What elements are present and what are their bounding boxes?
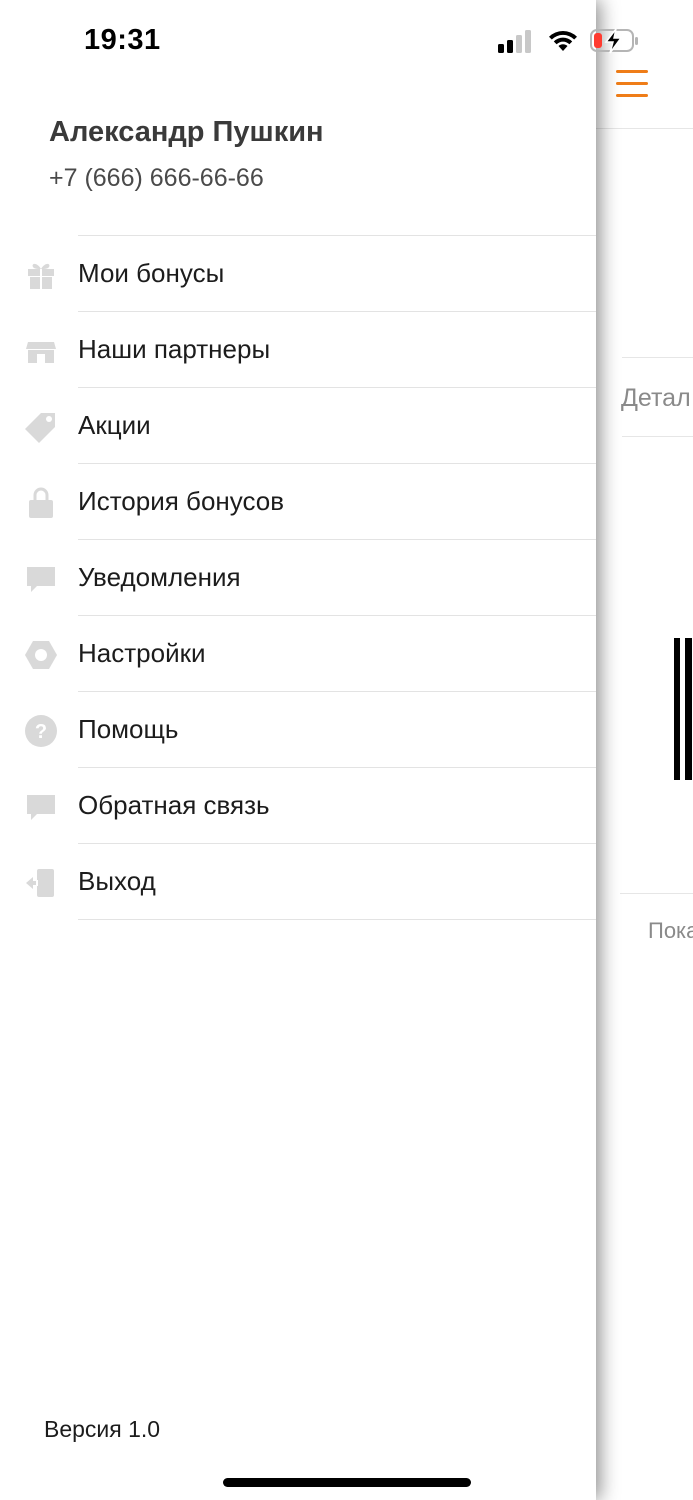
menu-divider [78,919,596,920]
menu-item-bonus-history[interactable]: История бонусов [0,464,596,540]
wifi-icon [549,30,577,51]
help-circle-icon: ? [25,715,57,747]
section-divider [620,893,693,894]
status-icons [498,26,648,56]
status-time: 19:31 [84,24,161,56]
settings-hexagon-icon [25,641,57,669]
barcode-image [674,638,692,780]
svg-text:?: ? [35,721,47,743]
navigation-drawer: 19:31 Александр Пушкин +7 (666) 666-66-6… [0,0,596,1500]
home-indicator[interactable] [223,1478,471,1487]
tag-icon [25,413,55,443]
shopping-bag-icon [29,487,53,518]
profile-phone: +7 (666) 666-66-66 [49,164,264,192]
menu-item-label: Помощь [78,714,179,744]
menu-item-feedback[interactable]: Обратная связь [0,768,596,844]
menu-item-label: Акции [78,410,151,440]
menu-item-help[interactable]: ? Помощь [0,692,596,768]
store-icon [26,342,56,363]
menu-item-label: История бонусов [78,486,285,516]
drawer-menu: Мои бонусы Наши партнеры Акции История б… [0,235,596,920]
menu-item-partners[interactable]: Наши партнеры [0,312,596,388]
menu-item-promotions[interactable]: Акции [0,388,596,464]
menu-item-label: Мои бонусы [78,258,225,288]
gift-icon [28,263,54,289]
menu-item-label: Выход [78,866,156,896]
chat-bubble-icon [27,567,55,592]
show-label[interactable]: Пока [648,918,693,944]
menu-item-label: Обратная связь [78,790,270,820]
menu-item-settings[interactable]: Настройки [0,616,596,692]
section-divider [622,357,693,358]
main-screen: Детал Пока [596,0,693,1500]
menu-item-notifications[interactable]: Уведомления [0,540,596,616]
menu-item-label: Уведомления [78,562,241,592]
menu-item-my-bonuses[interactable]: Мои бонусы [0,236,596,312]
logout-icon [26,869,54,897]
menu-item-logout[interactable]: Выход [0,844,596,920]
menu-item-label: Настройки [78,638,206,668]
cellular-signal-icon [498,30,531,53]
profile-name: Александр Пушкин [49,116,324,148]
menu-item-label: Наши партнеры [78,334,271,364]
app-version: Версия 1.0 [44,1416,161,1442]
section-divider [622,436,693,437]
feedback-bubble-icon [27,795,55,820]
details-label[interactable]: Детал [621,384,691,413]
header-divider [596,128,693,129]
battery-charging-icon [590,28,638,54]
hamburger-menu-icon[interactable] [614,70,650,100]
